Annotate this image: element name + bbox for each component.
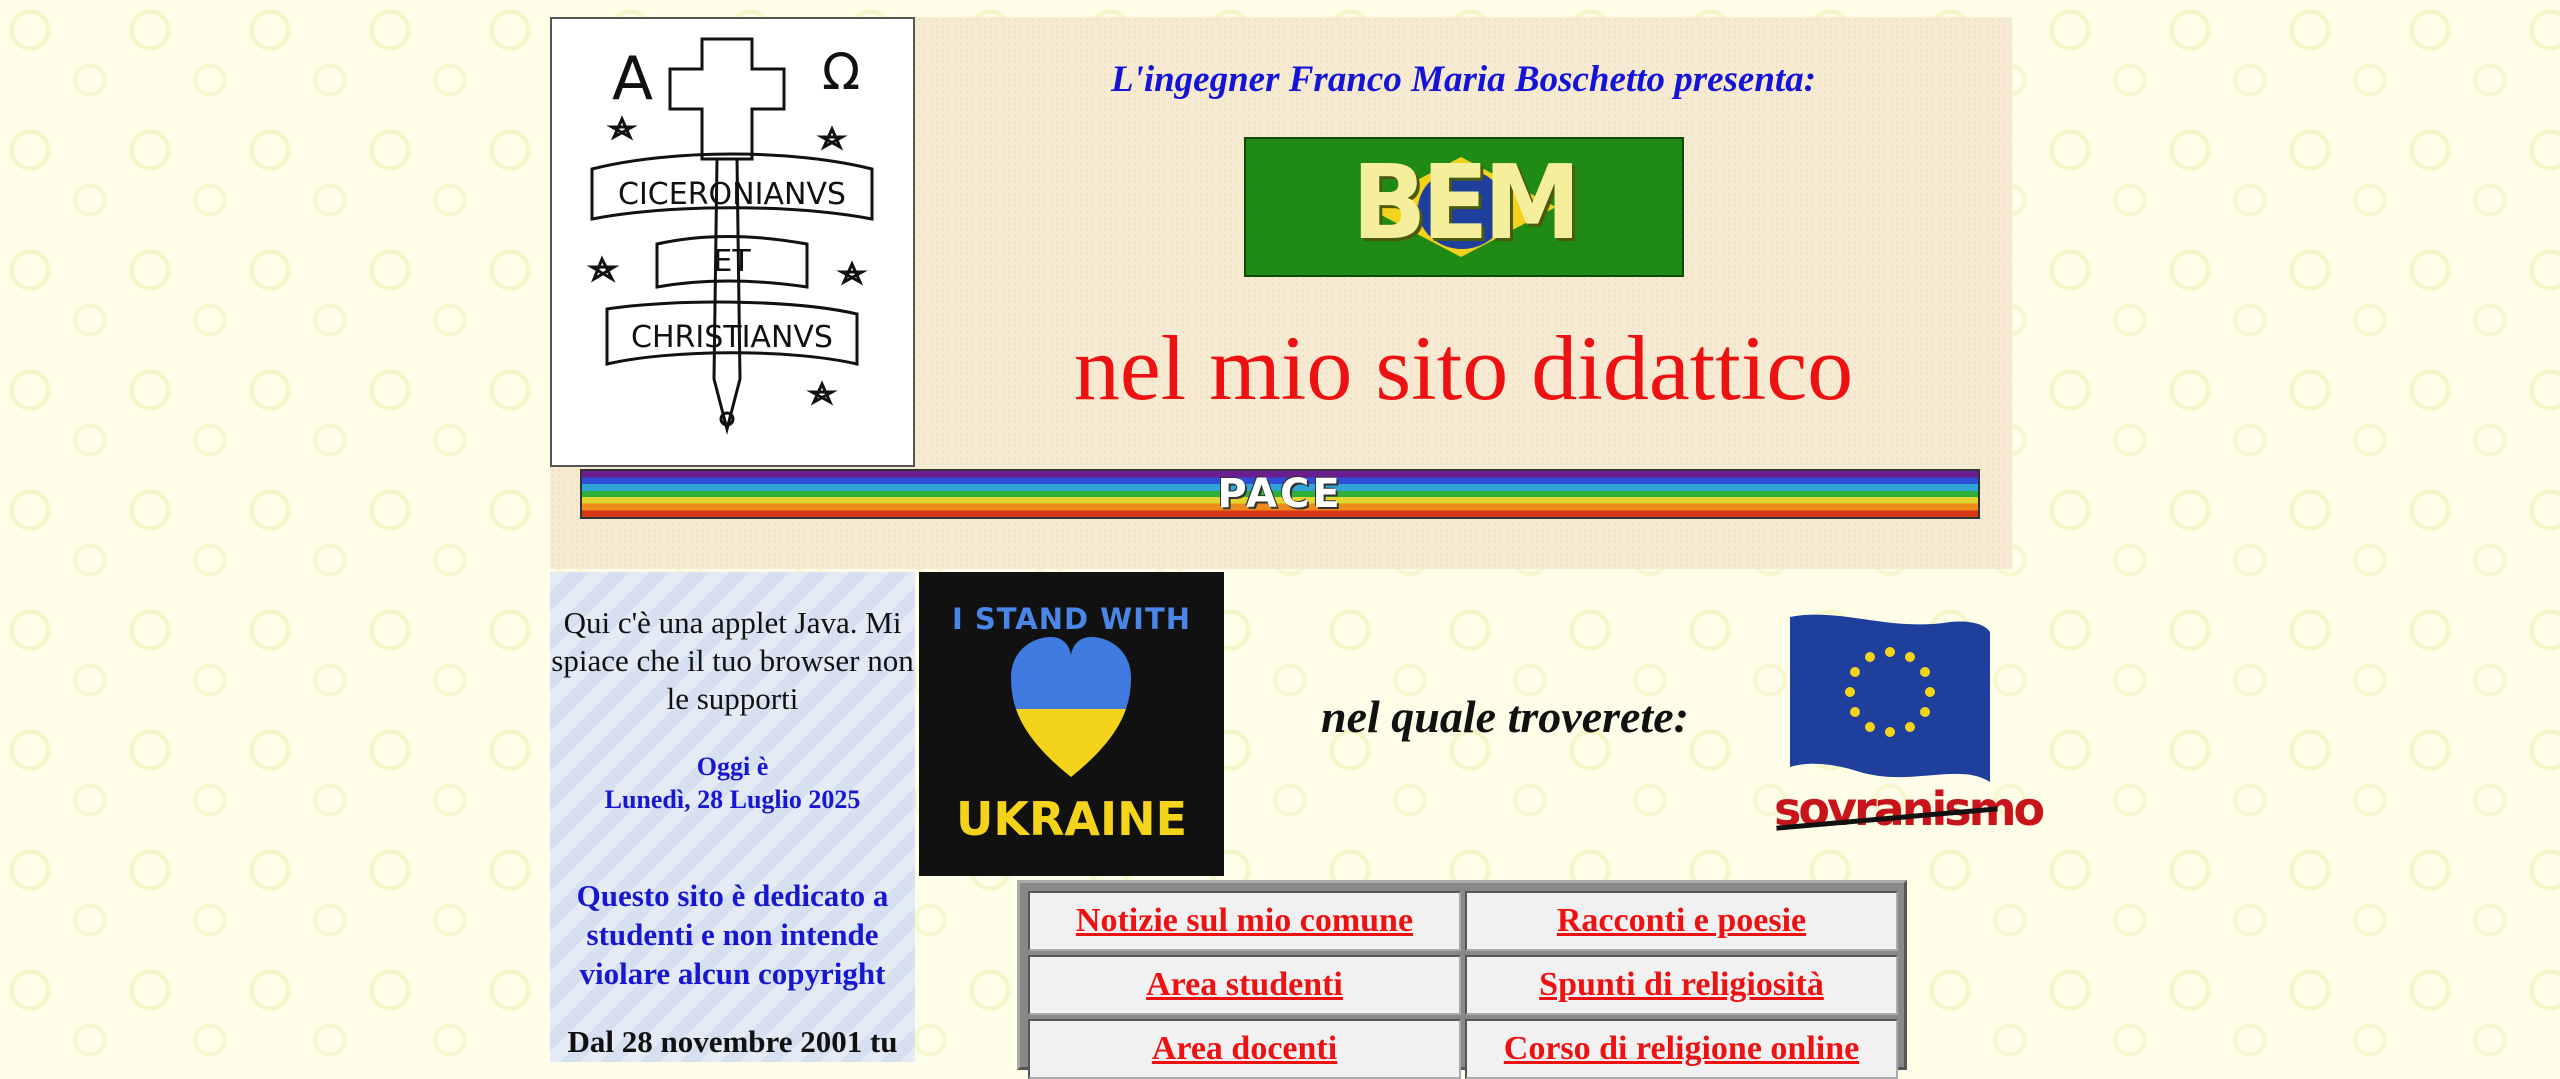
nav-link-notizie[interactable]: Notizie sul mio comune — [1028, 891, 1461, 951]
subtitle: nel quale troverete: — [1321, 691, 1689, 742]
ukraine-heart-icon — [1011, 637, 1131, 777]
logo-ribbon-3: CHRISTIANVS — [631, 320, 833, 355]
welcome-banner-text: BEM VINDO — [1297, 143, 1636, 275]
ukraine-bottom-text: UKRAINE — [955, 792, 1188, 846]
logo-ribbon-1: CICERONIANVS — [618, 177, 846, 212]
logo-alpha: A — [612, 44, 653, 114]
nav-link-corso-religione[interactable]: Corso di religione online — [1465, 1019, 1898, 1079]
header-intro: L'ingegner Franco Maria Boschetto presen… — [1110, 59, 1817, 100]
logo-drawing: A Ω CICERONIANVS ET CHRISTIANVS — [586, 37, 874, 435]
pace-banner: PACE — [580, 469, 1980, 519]
pace-banner-text: PACE — [1217, 471, 1343, 517]
nav-link-racconti[interactable]: Racconti e poesie — [1465, 891, 1898, 951]
visitor-counter-text: Dal 28 novembre 2001 tu — [567, 1024, 898, 1059]
nav-link-area-studenti[interactable]: Area studenti — [1028, 955, 1461, 1015]
eu-flag-icon — [1790, 614, 1990, 782]
ukraine-banner: I STAND WITH UKRAINE — [919, 572, 1224, 876]
welcome-banner: BEM VINDO — [1244, 137, 1684, 277]
logo-ribbon-2: ET — [713, 244, 751, 279]
nav-link-religiosita[interactable]: Spunti di religiosità — [1465, 955, 1898, 1015]
dedication-text: Questo sito è dedicato a studenti e non … — [576, 878, 889, 991]
nav-link-area-docenti[interactable]: Area docenti — [1028, 1019, 1461, 1079]
nav-table: Notizie sul mio comune Racconti e poesie… — [1017, 880, 1907, 1079]
site-title: nel mio sito didattico — [1073, 317, 1854, 419]
today-date: Lunedì, 28 Luglio 2025 — [604, 785, 861, 814]
ciceronianus-logo: A Ω CICERONIANVS ET CHRISTIANVS — [550, 17, 915, 467]
today-label: Oggi è — [696, 752, 769, 781]
logo-omega: Ω — [822, 43, 860, 101]
ukraine-top-text: I STAND WITH — [951, 602, 1191, 636]
applet-message: Qui c'è una applet Java. Mi spiace che i… — [551, 605, 914, 716]
